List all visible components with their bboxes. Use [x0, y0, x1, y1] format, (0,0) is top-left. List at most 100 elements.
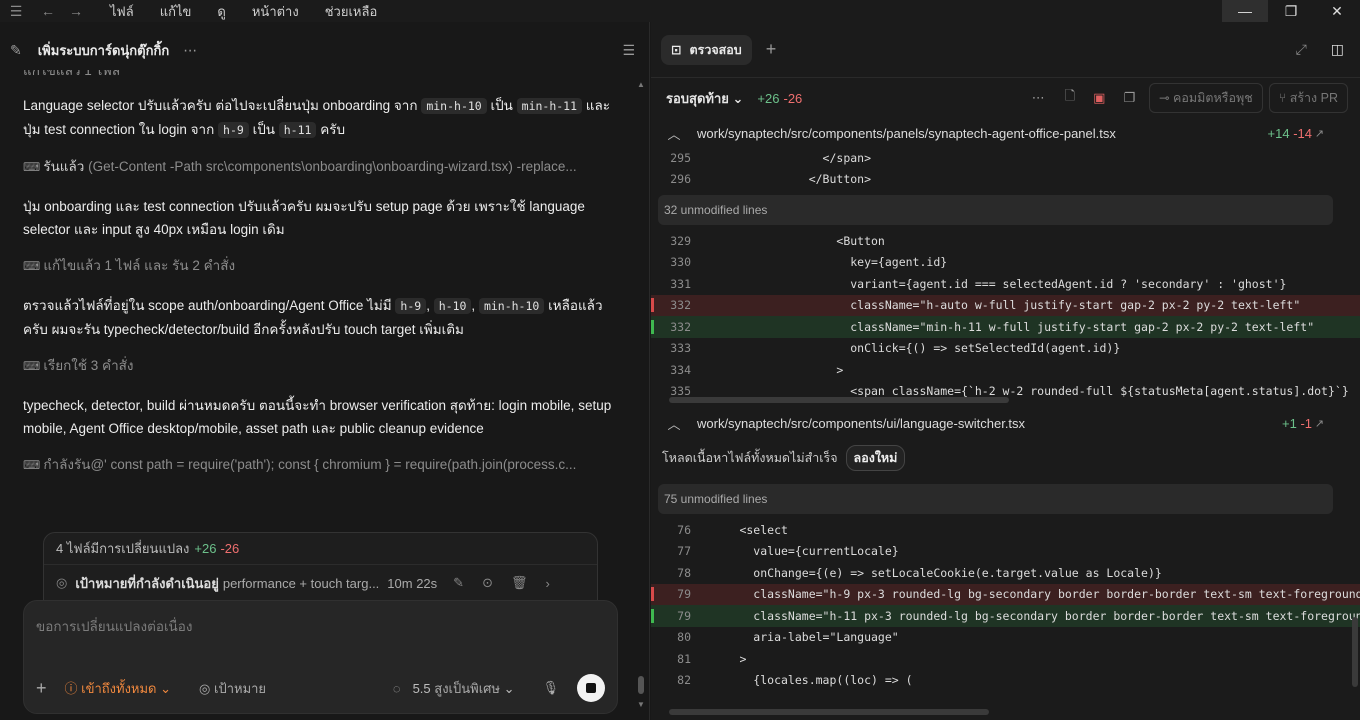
line-number: 295	[670, 150, 691, 165]
v-scrollbar[interactable]	[1352, 617, 1358, 687]
message: typecheck, detector, build ผ่านหมดครับ ต…	[23, 398, 612, 436]
composer[interactable]: ขอการเปลี่ยนแปลงต่อเนื่อง + ⓘ เข้าถึงทั้…	[23, 600, 618, 714]
close-button[interactable]: ✕	[1314, 0, 1360, 22]
diff-line: 295 </span>	[651, 147, 1360, 169]
terminal-icon: ⌨	[23, 259, 41, 273]
message: Language selector ปรับแล้วครับ ต่อไปจะเป…	[23, 98, 611, 138]
review-icon: ⊡	[671, 43, 682, 57]
retry-button[interactable]: ลองใหม่	[845, 445, 906, 471]
file-search-icon[interactable]: 🗋	[1065, 87, 1075, 109]
model-dropdown[interactable]: 5.5 สูงเป็นพิเศษ ⌄	[413, 678, 515, 699]
title-bar: ☰ ← → ไฟล์ แก้ไข ดู หน้าต่าง ช่วยเหลือ —…	[0, 0, 1360, 22]
file-path: work/synaptech/src/components/panels/syn…	[697, 125, 1116, 141]
tool-edit-line[interactable]: ⌨ แก้ไขแล้ว 1 ไฟล์ และ รัน 2 คำสั่ง	[23, 255, 603, 277]
diff-line-added: 332 className="min-h-11 w-full justify-s…	[651, 316, 1360, 338]
scroll-up-icon[interactable]: ▲	[637, 80, 645, 89]
changes-summary[interactable]: 4 ไฟล์มีการเปลี่ยนแปลง +26 -26	[44, 533, 597, 565]
edit-icon[interactable]: ✎	[10, 42, 22, 59]
goal-button[interactable]: ◎ เป้าหมาย	[199, 678, 266, 699]
pencil-icon[interactable]: ✎	[453, 575, 464, 591]
commit-button[interactable]: ⊸ คอมมิตหรือพุช	[1149, 83, 1263, 113]
mic-icon[interactable]: 🎙	[542, 680, 559, 696]
back-icon[interactable]: ←	[34, 3, 62, 19]
maximize-button[interactable]: ❐	[1268, 0, 1314, 22]
line-number: 332	[651, 319, 691, 334]
line-number: 78	[677, 565, 691, 580]
line-code: className="h-9 px-3 rounded-lg bg-second…	[691, 587, 1360, 602]
chevron-up-icon[interactable]: ︿	[651, 124, 697, 143]
diff-icon[interactable]: ▣	[1093, 90, 1105, 106]
sidebar-toggle-icon[interactable]: ◫	[1331, 41, 1344, 58]
forward-icon[interactable]: →	[62, 3, 90, 19]
review-tabs: ⊡ ตรวจสอบ + ⤢ ◫	[651, 22, 1360, 78]
menu-window[interactable]: หน้าต่าง	[252, 1, 299, 22]
inline-code: h-11	[278, 122, 317, 138]
pause-icon[interactable]: ⊙	[482, 575, 493, 591]
line-code: </span>	[691, 150, 872, 165]
more-icon[interactable]: ⋯	[1032, 90, 1045, 106]
line-code: onClick={() => setSelectedId(agent.id)}	[691, 341, 1121, 356]
diff-line-removed: 79 className="h-9 px-3 rounded-lg bg-sec…	[651, 583, 1360, 605]
trash-icon[interactable]: 🗑	[511, 575, 528, 591]
stop-button[interactable]	[577, 674, 605, 702]
scroll-down-icon[interactable]: ▼	[637, 700, 645, 709]
diff-line: 334 >	[651, 359, 1360, 381]
line-code: className="h-auto w-full justify-start g…	[691, 298, 1301, 313]
diff-line: 76 <select	[651, 519, 1360, 541]
diff-file-2: ︿ work/synaptech/src/components/ui/langu…	[651, 409, 1360, 715]
chevron-right-icon[interactable]: ›	[546, 576, 550, 591]
line-code: <Button	[691, 233, 885, 248]
scroll-thumb[interactable]	[638, 676, 644, 694]
diff-line: 296 </Button>	[651, 169, 1360, 191]
menu-edit[interactable]: แก้ไข	[160, 1, 192, 22]
more-icon[interactable]: ⋯	[183, 42, 197, 59]
tab-review[interactable]: ⊡ ตรวจสอบ	[661, 34, 752, 65]
line-code: variant={agent.id === selectedAgent.id ?…	[691, 276, 1287, 291]
tool-running-line[interactable]: ⌨ กำลังรัน@' const path = require('path')…	[23, 454, 603, 476]
menu-view[interactable]: ดู	[217, 1, 225, 22]
composer-toolbar: + ⓘ เข้าถึงทั้งหมด ⌄ ◎ เป้าหมาย ◌ 5.5 สู…	[36, 673, 605, 703]
plus-icon[interactable]: +	[36, 678, 47, 699]
outline-icon[interactable]: ☰	[622, 42, 635, 59]
diff-line: 333 onClick={() => setSelectedId(agent.i…	[651, 338, 1360, 360]
diff-file-1: ︿ work/synaptech/src/components/panels/s…	[651, 119, 1360, 403]
line-code: value={currentLocale}	[691, 544, 899, 559]
chevron-up-icon[interactable]: ︿	[651, 414, 697, 433]
minimize-button[interactable]: —	[1222, 0, 1268, 22]
tool-run-line[interactable]: ⌨ รันแล้ว (Get-Content -Path src\componen…	[23, 156, 603, 178]
menu-file[interactable]: ไฟล์	[110, 1, 134, 22]
unmodified-lines-divider[interactable]: 75 unmodified lines	[658, 484, 1333, 514]
diff-line: 80 aria-label="Language"	[651, 627, 1360, 649]
copy-icon[interactable]: ❐	[1123, 90, 1135, 106]
line-number: 334	[670, 362, 691, 377]
add-tab-icon[interactable]: +	[766, 39, 777, 60]
goal-row: ◎ เป้าหมายที่กำลังดำเนินอยู่ performance…	[56, 575, 550, 591]
h-scrollbar[interactable]	[669, 397, 1009, 403]
open-external-icon[interactable]: ↗	[1315, 127, 1324, 140]
open-external-icon[interactable]: ↗	[1315, 417, 1324, 430]
app-menu-icon[interactable]: ☰	[2, 3, 30, 20]
access-dropdown[interactable]: ⓘ เข้าถึงทั้งหมด ⌄	[65, 678, 172, 699]
chat-scrollbar[interactable]: ▲ ▼	[637, 80, 645, 709]
expand-icon[interactable]: ⤢	[1296, 41, 1307, 58]
h-scrollbar[interactable]	[669, 709, 989, 715]
round-dropdown[interactable]: รอบสุดท้าย ⌄	[666, 88, 743, 109]
create-pr-button[interactable]: ⑂ สร้าง PR	[1268, 83, 1348, 113]
line-number: 333	[670, 341, 691, 356]
diff-line: 331 variant={agent.id === selectedAgent.…	[651, 273, 1360, 295]
unmodified-lines-divider[interactable]: 32 unmodified lines	[658, 195, 1333, 225]
inline-code: min-h-10	[478, 298, 545, 314]
inline-code: min-h-11	[516, 98, 583, 114]
file-header[interactable]: ︿ work/synaptech/src/components/ui/langu…	[651, 409, 1360, 437]
tool-commands-line[interactable]: ⌨ เรียกใช้ 3 คำสั่ง	[23, 355, 603, 377]
menu-help[interactable]: ช่วยเหลือ	[325, 1, 378, 22]
message: ปุ่ม onboarding และ test connection ปรับ…	[23, 199, 585, 237]
composer-input[interactable]: ขอการเปลี่ยนแปลงต่อเนื่อง	[36, 615, 193, 637]
line-number: 79	[651, 587, 691, 602]
chat-panel: ✎ เพิ่มระบบการ์ดนุ่กตุ๊กกิ้ก ⋯ ☰ แก้ไขแล…	[0, 22, 650, 720]
message: ตรวจแล้วไฟล์ที่อยู่ใน scope auth/onboard…	[23, 298, 603, 337]
file-header[interactable]: ︿ work/synaptech/src/components/panels/s…	[651, 119, 1360, 147]
line-number: 331	[670, 276, 691, 291]
diff-line-removed: 332 className="h-auto w-full justify-sta…	[651, 294, 1360, 316]
file-path: work/synaptech/src/components/ui/languag…	[697, 415, 1026, 431]
